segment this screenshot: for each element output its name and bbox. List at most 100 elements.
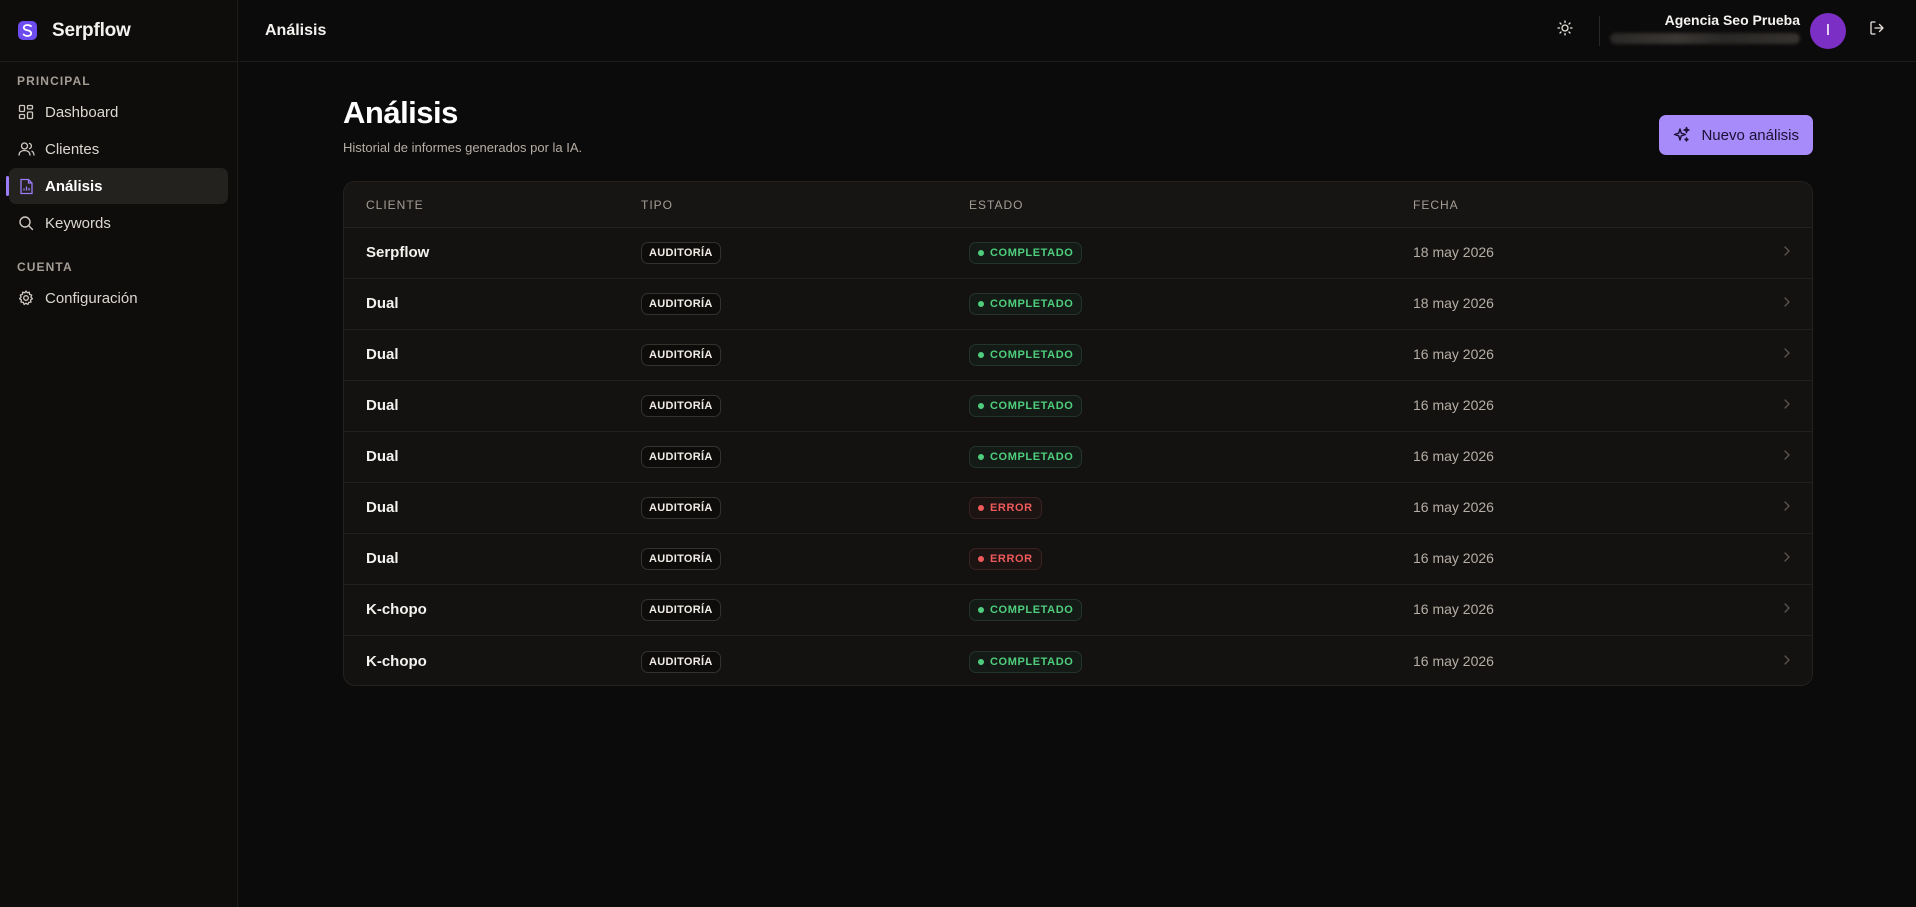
theme-toggle-button[interactable]	[1549, 15, 1581, 47]
page-header: Análisis Historial de informes generados…	[343, 95, 1813, 155]
sidebar-item-label: Análisis	[45, 177, 103, 195]
row-cliente: Dual	[366, 550, 399, 567]
sidebar-item-analisis[interactable]: Análisis	[6, 168, 228, 204]
topbar-divider	[1599, 15, 1600, 46]
avatar[interactable]: I	[1810, 12, 1846, 49]
sidebar-item-configuracion[interactable]: Configuración	[9, 280, 228, 316]
chevron-right-icon	[1782, 448, 1792, 466]
sidebar-item-clientes[interactable]: Clientes	[9, 131, 228, 167]
status-dot-icon	[978, 454, 984, 460]
status-dot-icon	[978, 658, 984, 665]
dashboard-icon	[17, 103, 35, 121]
row-cliente: Dual	[366, 448, 399, 465]
table-row[interactable]: Dual AUDITORÍA COMPLETADO 18 may 2026	[344, 279, 1812, 330]
row-estado: COMPLETADO	[990, 604, 1074, 616]
chevron-right-icon	[1782, 601, 1792, 619]
table-row[interactable]: K-chopo AUDITORÍA COMPLETADO 16 may 2026	[344, 585, 1812, 636]
table-row[interactable]: Dual AUDITORÍA COMPLETADO 16 may 2026	[344, 432, 1812, 483]
header-tipo: TIPO	[641, 197, 674, 212]
row-cliente: Dual	[366, 346, 399, 363]
row-tipo-badge: AUDITORÍA	[641, 395, 721, 417]
status-dot-icon	[978, 556, 984, 562]
row-fecha: 16 may 2026	[1413, 499, 1494, 515]
status-dot-icon	[978, 250, 984, 256]
brand[interactable]: Serpflow	[0, 0, 237, 62]
row-status-badge: ERROR	[969, 548, 1042, 570]
search-icon	[17, 214, 35, 232]
row-tipo-badge: AUDITORÍA	[641, 446, 721, 468]
row-tipo-badge: AUDITORÍA	[641, 293, 721, 315]
row-estado: COMPLETADO	[990, 451, 1074, 463]
row-cliente: K-chopo	[366, 652, 427, 670]
row-fecha: 16 may 2026	[1413, 601, 1494, 617]
row-estado: COMPLETADO	[990, 349, 1074, 361]
new-analysis-button[interactable]: Nuevo análisis	[1659, 115, 1813, 155]
table-row[interactable]: Dual AUDITORÍA COMPLETADO 16 may 2026	[344, 330, 1812, 381]
status-dot-icon	[978, 352, 984, 358]
row-status-badge: COMPLETADO	[969, 650, 1083, 673]
header-fecha: FECHA	[1413, 197, 1459, 212]
row-tipo-badge: AUDITORÍA	[641, 497, 721, 519]
gear-icon	[17, 289, 35, 307]
nav-principal: Dashboard Clientes Análisis Keywords	[0, 88, 237, 241]
row-fecha: 16 may 2026	[1413, 550, 1494, 566]
status-dot-icon	[978, 301, 984, 307]
row-status-badge: COMPLETADO	[969, 344, 1083, 366]
sidebar-item-keywords[interactable]: Keywords	[9, 205, 228, 241]
chevron-right-icon	[1782, 653, 1792, 671]
brand-name: Serpflow	[52, 19, 131, 41]
row-estado: COMPLETADO	[990, 298, 1074, 310]
row-tipo-badge: AUDITORÍA	[641, 344, 721, 366]
new-analysis-label: Nuevo análisis	[1701, 126, 1799, 144]
status-dot-icon	[978, 607, 984, 613]
sidebar-item-dashboard[interactable]: Dashboard	[9, 94, 228, 130]
row-fecha: 18 may 2026	[1413, 244, 1494, 260]
row-fecha: 16 may 2026	[1413, 397, 1494, 413]
table-row[interactable]: K-chopo AUDITORÍA COMPLETADO 16 may 2026	[344, 636, 1812, 685]
table-row[interactable]: Dual AUDITORÍA ERROR 16 may 2026	[344, 483, 1812, 534]
table-row[interactable]: Serpflow AUDITORÍA COMPLETADO 18 may 202…	[344, 228, 1812, 279]
row-estado: COMPLETADO	[990, 247, 1074, 259]
user-email-redacted	[1610, 32, 1800, 44]
table-row[interactable]: Dual AUDITORÍA ERROR 16 may 2026	[344, 534, 1812, 585]
analysis-table: CLIENTE TIPO ESTADO FECHA Serpflow AUDIT…	[343, 181, 1813, 686]
row-status-badge: COMPLETADO	[969, 395, 1083, 417]
user-name: Agencia Seo Prueba	[1664, 11, 1800, 28]
row-estado: COMPLETADO	[990, 655, 1074, 668]
row-tipo-badge: AUDITORÍA	[641, 599, 721, 621]
file-chart-icon	[17, 177, 35, 195]
nav-cuenta: Configuración	[0, 274, 237, 316]
section-label-principal: PRINCIPAL	[17, 74, 91, 88]
chevron-right-icon	[1782, 397, 1792, 415]
row-tipo-badge: AUDITORÍA	[641, 242, 721, 264]
row-estado: ERROR	[990, 553, 1033, 565]
row-fecha: 16 may 2026	[1413, 346, 1494, 362]
row-status-badge: COMPLETADO	[969, 599, 1083, 621]
user-info: Agencia Seo Prueba	[1610, 12, 1800, 44]
row-tipo-badge: AUDITORÍA	[641, 548, 721, 570]
row-status-badge: COMPLETADO	[969, 293, 1083, 315]
chevron-right-icon	[1782, 499, 1792, 517]
row-estado: ERROR	[990, 502, 1033, 514]
status-dot-icon	[978, 505, 984, 511]
sidebar-item-label: Dashboard	[45, 103, 119, 121]
topbar-actions: Agencia Seo Prueba I	[1549, 0, 1916, 62]
topbar-title: Análisis	[265, 21, 327, 39]
header-cliente: CLIENTE	[366, 197, 424, 212]
chevron-right-icon	[1782, 244, 1792, 262]
topbar: Análisis Agencia Seo Prueba I	[239, 0, 1916, 62]
sun-icon	[1557, 20, 1573, 41]
row-fecha: 18 may 2026	[1413, 295, 1494, 311]
row-cliente: Dual	[366, 295, 399, 312]
logout-icon	[1869, 20, 1885, 41]
table-header: CLIENTE TIPO ESTADO FECHA	[344, 182, 1812, 228]
logout-button[interactable]	[1866, 20, 1888, 42]
table-row[interactable]: Dual AUDITORÍA COMPLETADO 16 may 2026	[344, 381, 1812, 432]
sidebar: Serpflow PRINCIPAL Dashboard Clientes An…	[0, 0, 238, 907]
row-estado: COMPLETADO	[990, 400, 1074, 412]
sidebar-item-label: Clientes	[45, 140, 100, 158]
serpflow-logo-icon	[18, 21, 37, 40]
row-fecha: 16 may 2026	[1413, 448, 1494, 464]
chevron-right-icon	[1782, 295, 1792, 313]
page-subtitle: Historial de informes generados por la I…	[343, 140, 583, 155]
